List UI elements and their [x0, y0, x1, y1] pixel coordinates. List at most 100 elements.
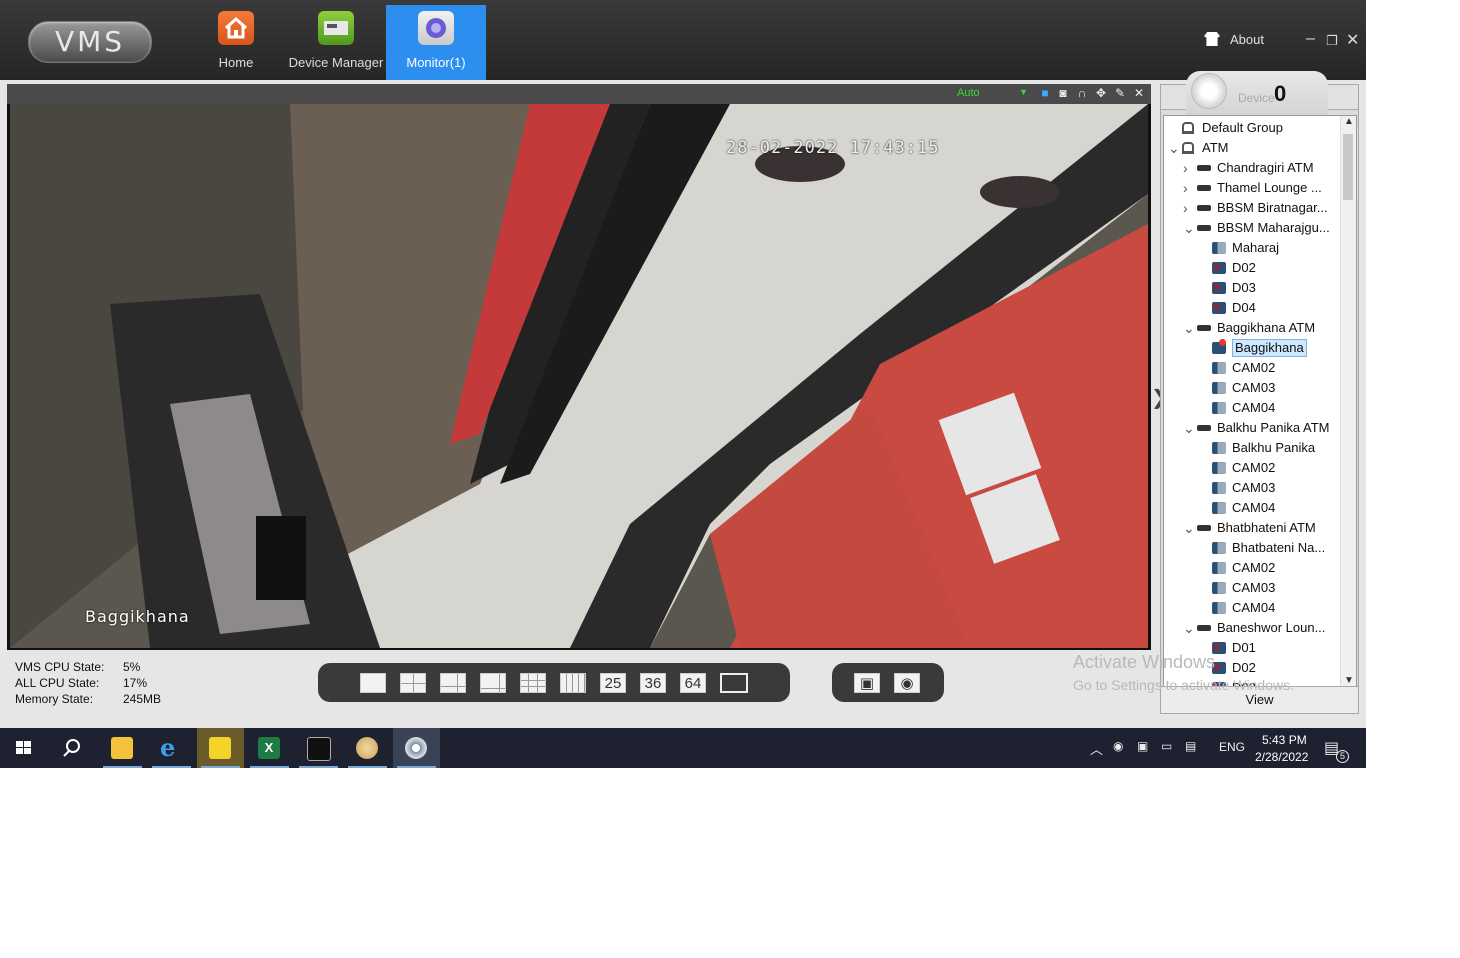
- tree-node[interactable]: Balkhu Panika: [1164, 438, 1342, 458]
- chevron-down-icon[interactable]: ⌄: [1183, 318, 1195, 338]
- start-icon: [16, 741, 31, 754]
- chevron-down-icon[interactable]: ⌄: [1183, 518, 1195, 538]
- tree-node-label: CAM03: [1232, 380, 1276, 395]
- taskbar-sticky-notes[interactable]: [197, 728, 244, 768]
- about-button[interactable]: About: [1204, 32, 1264, 47]
- audio-icon[interactable]: ∩: [1076, 87, 1088, 99]
- tree-node[interactable]: › Chandragiri ATM: [1164, 158, 1342, 178]
- color-adjust-icon[interactable]: ✎: [1114, 87, 1126, 99]
- tree-node[interactable]: CAM03: [1164, 378, 1342, 398]
- language-indicator[interactable]: ENG: [1219, 740, 1245, 754]
- chevron-right-icon[interactable]: ›: [1183, 158, 1195, 178]
- layout-25-button[interactable]: 25: [600, 673, 626, 693]
- tree-node[interactable]: Baggikhana: [1164, 338, 1342, 358]
- close-icon[interactable]: ✕: [1133, 87, 1145, 99]
- record-icon[interactable]: ■: [1039, 87, 1051, 99]
- taskbar-paint[interactable]: [344, 728, 391, 768]
- taskbar-search-button[interactable]: [48, 728, 95, 768]
- scrollbar-thumb[interactable]: [1343, 134, 1353, 200]
- tree-node[interactable]: › BBSM Biratnagar...: [1164, 198, 1342, 218]
- taskbar-internet-explorer[interactable]: e: [148, 728, 195, 768]
- shirt-icon: [1204, 32, 1220, 46]
- tree-node[interactable]: ⌄ ATM: [1164, 138, 1342, 158]
- snapshot-icon[interactable]: ◙: [1057, 87, 1069, 99]
- tree-node-label: Chandragiri ATM: [1217, 160, 1314, 175]
- camera-offline-icon: [1212, 258, 1226, 278]
- tree-node[interactable]: ⌄ Bhatbhateni ATM: [1164, 518, 1342, 538]
- stream-mode-select[interactable]: Auto: [957, 87, 980, 99]
- tree-node[interactable]: CAM04: [1164, 498, 1342, 518]
- tree-node-label: Default Group: [1202, 120, 1283, 135]
- scroll-down-icon[interactable]: ▼: [1344, 675, 1354, 686]
- tree-node[interactable]: Default Group: [1164, 118, 1342, 138]
- taskbar-excel[interactable]: X: [246, 728, 293, 768]
- restore-icon[interactable]: ❐: [1326, 33, 1338, 49]
- camera-feed[interactable]: 28-02-2022 17:43:15 Baggikhana: [10, 104, 1148, 648]
- tree-node[interactable]: Bhatbateni Na...: [1164, 538, 1342, 558]
- tree-node[interactable]: › Thamel Lounge ...: [1164, 178, 1342, 198]
- layout-6-button[interactable]: [440, 673, 466, 693]
- tree-node[interactable]: CAM03: [1164, 578, 1342, 598]
- layout-4-button[interactable]: [400, 673, 426, 693]
- vms-icon: [405, 737, 427, 759]
- save-icon[interactable]: ▣: [854, 673, 880, 693]
- tree-node[interactable]: CAM04: [1164, 398, 1342, 418]
- layout-36-button[interactable]: 36: [640, 673, 666, 693]
- nav-monitor-button[interactable]: Monitor(1): [386, 5, 486, 80]
- internet-explorer-icon: e: [160, 733, 176, 762]
- tree-node[interactable]: ⌄ Baggikhana ATM: [1164, 318, 1342, 338]
- tray-vpn-icon[interactable]: ▣: [1137, 739, 1148, 753]
- close-icon[interactable]: ✕: [1346, 30, 1359, 50]
- tree-node[interactable]: CAM03: [1164, 478, 1342, 498]
- chevron-down-icon[interactable]: ⌄: [1168, 138, 1180, 158]
- memory-value: 245MB: [123, 692, 162, 706]
- tree-node[interactable]: CAM04: [1164, 598, 1342, 618]
- taskbar-date[interactable]: 2/28/2022: [1255, 750, 1308, 764]
- chevron-right-icon[interactable]: ›: [1183, 198, 1195, 218]
- nav-device-manager-button[interactable]: Device Manager: [286, 5, 386, 80]
- ptz-icon[interactable]: ✥: [1095, 87, 1107, 99]
- camera-icon: [1212, 502, 1226, 514]
- start-button[interactable]: [0, 728, 47, 768]
- chevron-down-icon[interactable]: ⌄: [1183, 618, 1195, 638]
- tree-node[interactable]: D03: [1164, 278, 1342, 298]
- scroll-up-icon[interactable]: ▲: [1344, 116, 1354, 127]
- chevron-down-icon[interactable]: ⌄: [1183, 418, 1195, 438]
- tree-node[interactable]: CAM02: [1164, 558, 1342, 578]
- tree-node[interactable]: ⌄ Balkhu Panika ATM: [1164, 418, 1342, 438]
- layout-1-button[interactable]: [360, 673, 386, 693]
- tree-node[interactable]: CAM02: [1164, 358, 1342, 378]
- layout-64-button[interactable]: 64: [680, 673, 706, 693]
- chevron-down-icon[interactable]: ▼: [1019, 87, 1028, 97]
- all-cpu-label: ALL CPU State:: [15, 676, 100, 690]
- tray-app-icon[interactable]: ◉: [1113, 739, 1123, 753]
- tree-node[interactable]: ⌄ BBSM Maharajgu...: [1164, 218, 1342, 238]
- chevron-down-icon[interactable]: ⌄: [1183, 218, 1195, 238]
- fullscreen-icon[interactable]: [720, 673, 748, 693]
- monitor-icon: [418, 11, 454, 45]
- taskbar-file-explorer[interactable]: [99, 728, 146, 768]
- layout-8-button[interactable]: [480, 673, 506, 693]
- playback-icon[interactable]: ◉: [894, 673, 920, 693]
- camera-icon: [1212, 382, 1226, 394]
- tree-node[interactable]: CAM02: [1164, 458, 1342, 478]
- tray-overflow-icon[interactable]: ︿: [1090, 739, 1103, 758]
- network-icon[interactable]: ▭: [1161, 739, 1172, 753]
- tree-scrollbar[interactable]: ▲ ▼: [1340, 116, 1356, 686]
- nav-home-button[interactable]: Home: [186, 5, 286, 80]
- taskbar-vms[interactable]: [393, 728, 440, 768]
- tree-node[interactable]: D04: [1164, 298, 1342, 318]
- taskbar-terminal[interactable]: [295, 728, 342, 768]
- tree-node[interactable]: ⌄ Baneshwor Loun...: [1164, 618, 1342, 638]
- dvr-icon: [1197, 325, 1211, 331]
- top-bar: VMS Home Device Manager Monitor(1) About…: [0, 0, 1366, 80]
- minimize-icon[interactable]: –: [1306, 30, 1315, 48]
- tree-node[interactable]: D02: [1164, 258, 1342, 278]
- layout-16-button[interactable]: [560, 673, 586, 693]
- dvr-icon: [1197, 205, 1211, 211]
- tree-node[interactable]: Maharaj: [1164, 238, 1342, 258]
- chevron-right-icon[interactable]: ›: [1183, 178, 1195, 198]
- taskbar-time[interactable]: 5:43 PM: [1262, 733, 1307, 747]
- layout-9-button[interactable]: [520, 673, 546, 693]
- keyboard-icon[interactable]: ▤: [1185, 739, 1196, 753]
